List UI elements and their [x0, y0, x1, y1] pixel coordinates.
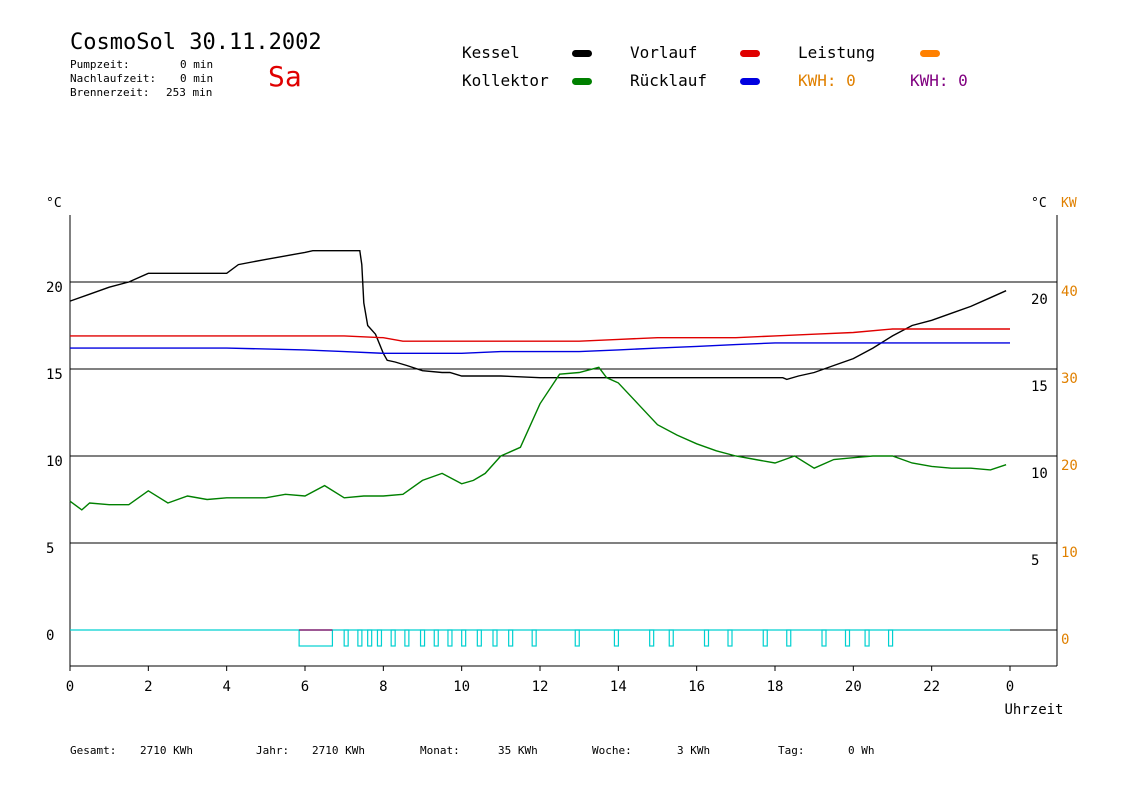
y-tick-label-right: 15	[1031, 379, 1048, 395]
footer-gesamt-value: 2710 KWh	[140, 744, 193, 757]
series-line-vorlauf	[70, 328, 1010, 342]
pump-pulse	[461, 629, 467, 647]
footer-woche: Woche:	[592, 744, 632, 757]
x-tick-label: 16	[688, 679, 705, 695]
series-line-kollektor	[69, 366, 1007, 511]
pump-pulse	[508, 629, 514, 647]
pump-pulse	[376, 629, 383, 647]
y-tick-label-power: 20	[1061, 458, 1078, 474]
axis-labels: 0 2 4 6 8 10 12 14 16 18 20 22 0 Uhrzeit 0 0 5 5 10 10 10 20 1…	[46, 196, 1078, 718]
pump-pulse	[433, 629, 439, 647]
pump-pulse	[649, 629, 655, 647]
pump-block	[298, 629, 334, 647]
pump-pulse	[844, 629, 851, 647]
temperature-chart: 0 2 4 6 8 10 12 14 16 18 20 22 0 Uhrzeit 0 0 5 5 10 10 10 20 1…	[46, 196, 1078, 718]
y-unit-left: °C	[46, 196, 62, 211]
series-line-kessel	[69, 250, 1007, 381]
pump-pulse	[492, 629, 498, 647]
y-tick-label-power: 0	[1061, 632, 1069, 648]
pump-pulse	[531, 629, 537, 647]
y-tick-label-left: 5	[46, 541, 54, 557]
grid-lines	[70, 281, 1057, 631]
y-tick-label-power: 40	[1061, 284, 1078, 300]
pump-pulse	[762, 629, 768, 647]
footer-woche-value: 3 KWh	[677, 744, 711, 757]
pump-pulse	[786, 629, 792, 647]
pump-pulse	[447, 629, 453, 647]
footer-jahr-value: 2710 KWh	[312, 744, 365, 757]
pump-pulse	[887, 629, 894, 647]
x-tick-label: 8	[379, 679, 387, 695]
y-unit-power: KW	[1061, 196, 1077, 211]
x-tick-label: 20	[845, 679, 862, 695]
y-tick-label-left: 20	[46, 280, 63, 296]
y-tick-label-left: 0	[46, 628, 54, 644]
pump-pulse	[404, 629, 410, 647]
pump-pulse	[574, 629, 580, 647]
pump-pulse	[613, 629, 620, 647]
pump-pulse	[357, 629, 363, 647]
footer-tag: Tag:	[778, 744, 805, 757]
x-tick-label: 14	[610, 679, 627, 695]
x-tick-label: 4	[222, 679, 230, 695]
series-line-rücklauf	[70, 342, 1010, 354]
y-tick-label-right: 10	[1031, 466, 1048, 482]
pump-pulse	[367, 629, 373, 647]
pump-pulse	[343, 629, 349, 647]
x-axis-label: Uhrzeit	[1004, 702, 1063, 718]
axes	[69, 215, 1058, 671]
pump-pulse	[727, 629, 733, 647]
x-tick-label: 22	[923, 679, 940, 695]
y-tick-label-left: 15	[46, 367, 63, 383]
y-tick-label-power: 30	[1061, 371, 1078, 387]
pump-pulse	[821, 629, 827, 647]
footer-gesamt: Gesamt:	[70, 744, 117, 757]
series-lines	[69, 250, 1010, 511]
pump-bars	[70, 629, 1057, 647]
footer-jahr: Jahr:	[256, 744, 290, 757]
x-tick-label: 12	[532, 679, 549, 695]
pump-pulse	[703, 629, 710, 647]
y-unit-right: °C	[1031, 196, 1047, 211]
y-tick-label-power: 10	[1061, 545, 1078, 561]
y-tick-label-left: 10	[46, 454, 63, 470]
y-tick-label-right: 5	[1031, 553, 1039, 569]
x-tick-label: 6	[301, 679, 309, 695]
pump-pulse	[390, 629, 396, 647]
x-tick-label: 0	[66, 679, 74, 695]
pump-pulse	[419, 629, 426, 647]
pump-pulse	[864, 629, 870, 647]
x-tick-label: 18	[767, 679, 784, 695]
pump-pulse	[476, 629, 482, 647]
footer-tag-value: 0 Wh	[848, 744, 875, 757]
x-tick-label: 2	[144, 679, 152, 695]
x-tick-label: 10	[453, 679, 470, 695]
pump-pulse	[668, 629, 674, 647]
footer-monat-value: 35 KWh	[498, 744, 538, 757]
x-tick-label: 0	[1006, 679, 1014, 695]
y-tick-label-right: 20	[1031, 292, 1048, 308]
footer-monat: Monat:	[420, 744, 460, 757]
